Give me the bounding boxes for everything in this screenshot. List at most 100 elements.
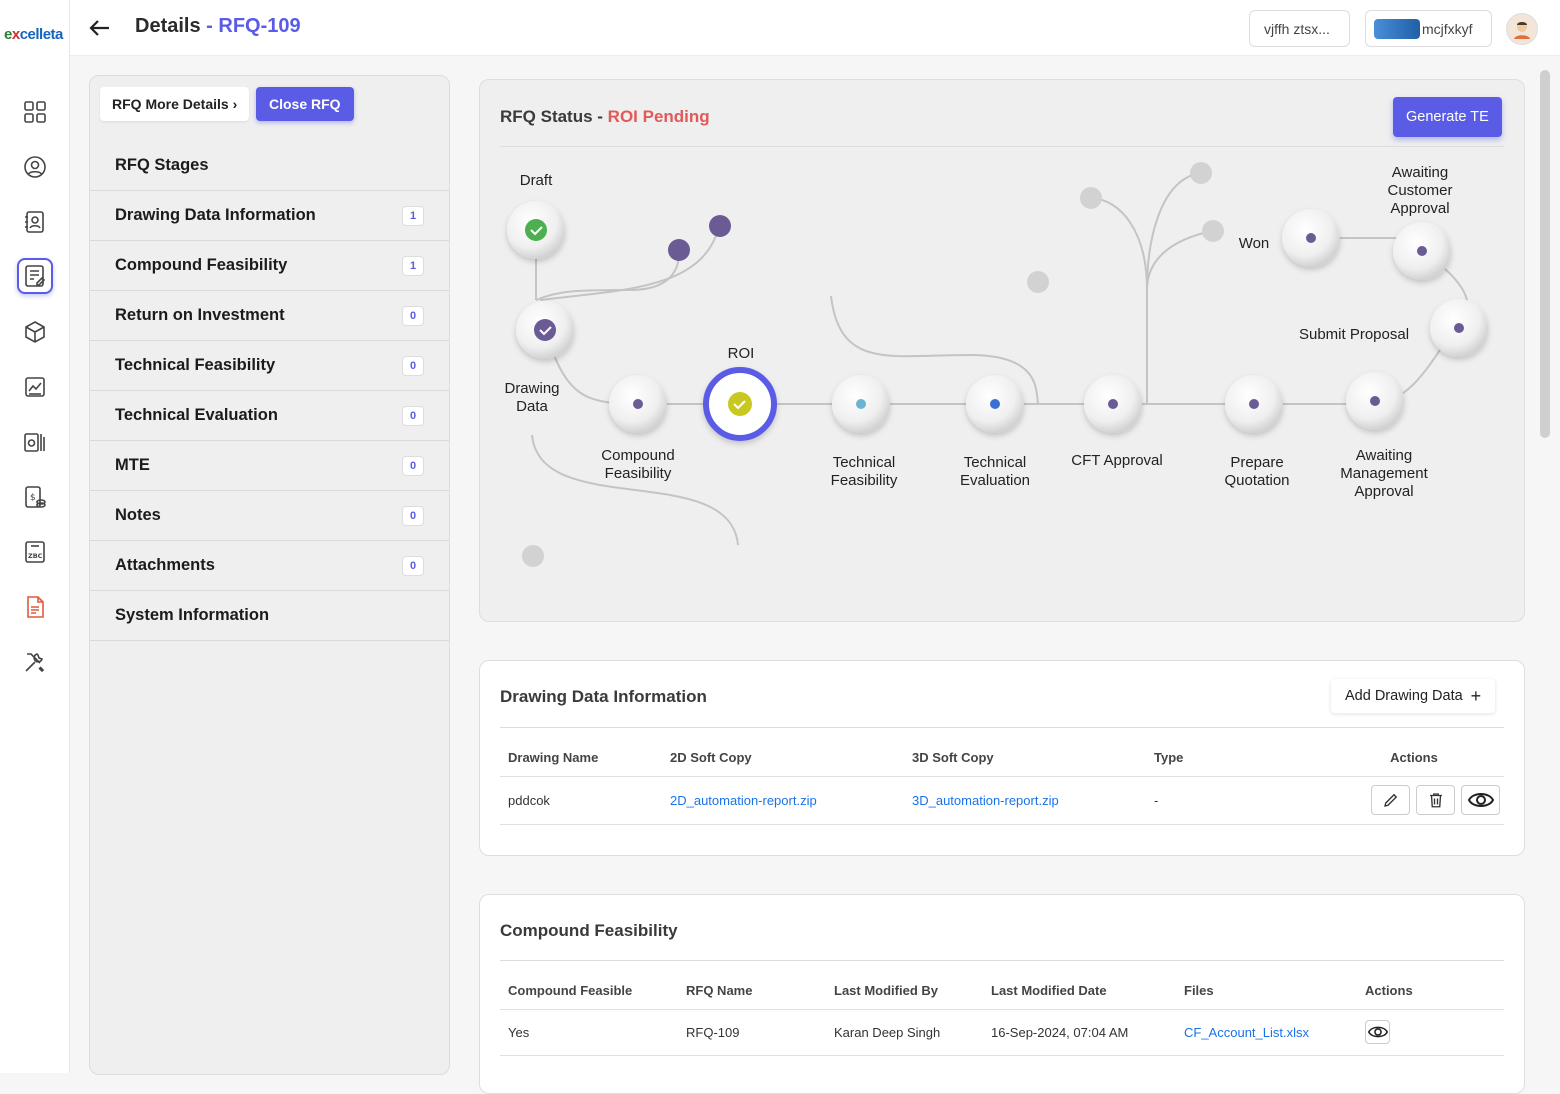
svg-text:$: $ bbox=[30, 493, 36, 503]
col-header: Files bbox=[1176, 973, 1357, 1010]
compound-feasibility-table: Compound Feasible RFQ Name Last Modified… bbox=[500, 973, 1504, 1056]
file-link-3d[interactable]: 3D_automation-report.zip bbox=[912, 793, 1059, 808]
rfq-more-details-button[interactable]: RFQ More Details › bbox=[100, 87, 250, 121]
divider bbox=[500, 727, 1504, 728]
col-header: Last Modified Date bbox=[983, 973, 1176, 1010]
count-badge: 0 bbox=[402, 355, 424, 376]
user-circle-icon[interactable] bbox=[17, 149, 53, 185]
count-badge: 0 bbox=[402, 405, 424, 426]
rfq-stages-panel: RFQ More Details › Close RFQ RFQ Stages … bbox=[89, 75, 450, 1075]
count-badge: 0 bbox=[402, 555, 424, 576]
avatar[interactable] bbox=[1506, 13, 1538, 45]
stage-item-rfq-stages[interactable]: RFQ Stages bbox=[90, 141, 449, 191]
node-label-drawing-data-2: Data bbox=[516, 398, 548, 415]
node-label-tech-feasibility: Technical bbox=[833, 454, 896, 471]
delete-button[interactable] bbox=[1416, 785, 1455, 815]
stage-item-compound-feasibility[interactable]: Compound Feasibility 1 bbox=[90, 241, 449, 291]
table-row: Yes RFQ-109 Karan Deep Singh 16-Sep-2024… bbox=[500, 1009, 1504, 1056]
zbc-icon[interactable]: ZBC bbox=[17, 534, 53, 570]
node-label-draft: Draft bbox=[520, 172, 553, 189]
node-label-prepare-quotation-2: Quotation bbox=[1224, 472, 1289, 489]
col-header: Last Modified By bbox=[826, 973, 983, 1010]
view-button[interactable] bbox=[1365, 1020, 1390, 1044]
node-label-cft-approval: CFT Approval bbox=[1071, 452, 1162, 469]
page-scrollbar[interactable] bbox=[1540, 70, 1550, 438]
stage-item-technical-evaluation[interactable]: Technical Evaluation 0 bbox=[90, 391, 449, 441]
drawing-data-title: Drawing Data Information bbox=[500, 687, 707, 706]
svg-text:ZBC: ZBC bbox=[28, 552, 43, 560]
count-badge: 0 bbox=[402, 305, 424, 326]
col-header: 3D Soft Copy bbox=[904, 740, 1146, 777]
node-label-awaiting-mgmt-3: Approval bbox=[1354, 483, 1413, 500]
app-logo[interactable]: excelleta bbox=[4, 26, 63, 43]
close-rfq-button[interactable]: Close RFQ bbox=[256, 87, 354, 121]
page-title: Details - RFQ-109 bbox=[135, 15, 301, 37]
rfq-doc-icon[interactable] bbox=[17, 258, 53, 294]
count-badge: 0 bbox=[402, 505, 424, 526]
stage-item-mte[interactable]: MTE 0 bbox=[90, 441, 449, 491]
drawing-name-cell: pddcok bbox=[500, 776, 662, 825]
node-label-roi: ROI bbox=[728, 345, 755, 362]
modified-date-cell: 16-Sep-2024, 07:04 AM bbox=[983, 1009, 1176, 1056]
node-label-awaiting-customer-3: Approval bbox=[1390, 200, 1449, 217]
node-label-awaiting-mgmt-2: Management bbox=[1340, 465, 1428, 482]
count-badge: 1 bbox=[402, 255, 424, 276]
printer-tools-icon[interactable] bbox=[17, 424, 53, 460]
dashboard-icon[interactable] bbox=[17, 94, 53, 130]
pencil-icon bbox=[1383, 793, 1397, 807]
stage-item-drawing-data[interactable]: Drawing Data Information 1 bbox=[90, 191, 449, 241]
cube-icon[interactable] bbox=[17, 314, 53, 350]
top-bar: Details - RFQ-109 vjffh ztsx... mcjfxkyf bbox=[70, 0, 1560, 56]
stage-item-attachments[interactable]: Attachments 0 bbox=[90, 541, 449, 591]
type-cell: - bbox=[1146, 776, 1316, 825]
chart-icon[interactable] bbox=[17, 369, 53, 405]
modified-by-cell: Karan Deep Singh bbox=[826, 1009, 983, 1056]
col-header: Actions bbox=[1357, 973, 1504, 1010]
stage-item-technical-feasibility[interactable]: Technical Feasibility 0 bbox=[90, 341, 449, 391]
stage-item-roi[interactable]: Return on Investment 0 bbox=[90, 291, 449, 341]
sidebar: excelleta $ ZBC bbox=[0, 0, 70, 1073]
file-link-2d[interactable]: 2D_automation-report.zip bbox=[670, 793, 817, 808]
org-chip[interactable]: vjffh ztsx... bbox=[1249, 10, 1350, 47]
add-drawing-data-button[interactable]: Add Drawing Data + bbox=[1331, 679, 1496, 713]
node-label-compound-2: Feasibility bbox=[605, 465, 672, 482]
table-row: pddcok 2D_automation-report.zip 3D_autom… bbox=[500, 776, 1504, 825]
drawing-data-card: Drawing Data Information Add Drawing Dat… bbox=[479, 660, 1525, 856]
contact-card-icon[interactable] bbox=[17, 204, 53, 240]
col-header: Actions bbox=[1316, 740, 1504, 777]
count-badge: 1 bbox=[402, 205, 424, 226]
back-arrow-icon[interactable] bbox=[88, 16, 112, 44]
node-label-drawing-data: Drawing bbox=[504, 380, 559, 397]
col-header: Type bbox=[1146, 740, 1316, 777]
count-badge: 0 bbox=[402, 455, 424, 476]
view-button[interactable] bbox=[1461, 785, 1500, 815]
compound-feasibility-card: Compound Feasibility Compound Feasible R… bbox=[479, 894, 1525, 1094]
feasible-cell: Yes bbox=[500, 1009, 678, 1056]
file-link[interactable]: CF_Account_List.xlsx bbox=[1184, 1025, 1309, 1040]
node-label-submit-proposal: Submit Proposal bbox=[1299, 326, 1409, 343]
edit-button[interactable] bbox=[1371, 785, 1410, 815]
node-label-awaiting-mgmt: Awaiting bbox=[1356, 447, 1412, 464]
user-chip[interactable]: mcjfxkyf bbox=[1365, 10, 1492, 47]
invoice-icon[interactable]: $ bbox=[17, 479, 53, 515]
eye-icon bbox=[1367, 1026, 1388, 1038]
pdf-doc-icon[interactable] bbox=[17, 589, 53, 625]
divider bbox=[500, 960, 1504, 961]
plus-icon: + bbox=[1470, 685, 1482, 706]
rfq-name-cell: RFQ-109 bbox=[678, 1009, 826, 1056]
rfq-status-card: RFQ Status - ROI Pending Generate TE Dra… bbox=[479, 79, 1525, 622]
compound-feasibility-title: Compound Feasibility bbox=[500, 921, 678, 940]
tools-icon[interactable] bbox=[17, 644, 53, 680]
status-flow-diagram: Draft Drawing Data Compound Feasibility … bbox=[504, 162, 1488, 567]
stage-item-notes[interactable]: Notes 0 bbox=[90, 491, 449, 541]
stage-item-system-information[interactable]: System Information bbox=[90, 591, 449, 641]
node-label-awaiting-customer-2: Customer bbox=[1387, 182, 1452, 199]
node-label-awaiting-customer: Awaiting bbox=[1392, 164, 1448, 181]
col-header: Drawing Name bbox=[500, 740, 662, 777]
node-label-won: Won bbox=[1239, 235, 1270, 252]
company-logo-icon bbox=[1374, 18, 1420, 39]
node-label-tech-evaluation-2: Evaluation bbox=[960, 472, 1030, 489]
trash-icon bbox=[1429, 793, 1442, 808]
col-header: RFQ Name bbox=[678, 973, 826, 1010]
node-label-prepare-quotation: Prepare bbox=[1230, 454, 1283, 471]
